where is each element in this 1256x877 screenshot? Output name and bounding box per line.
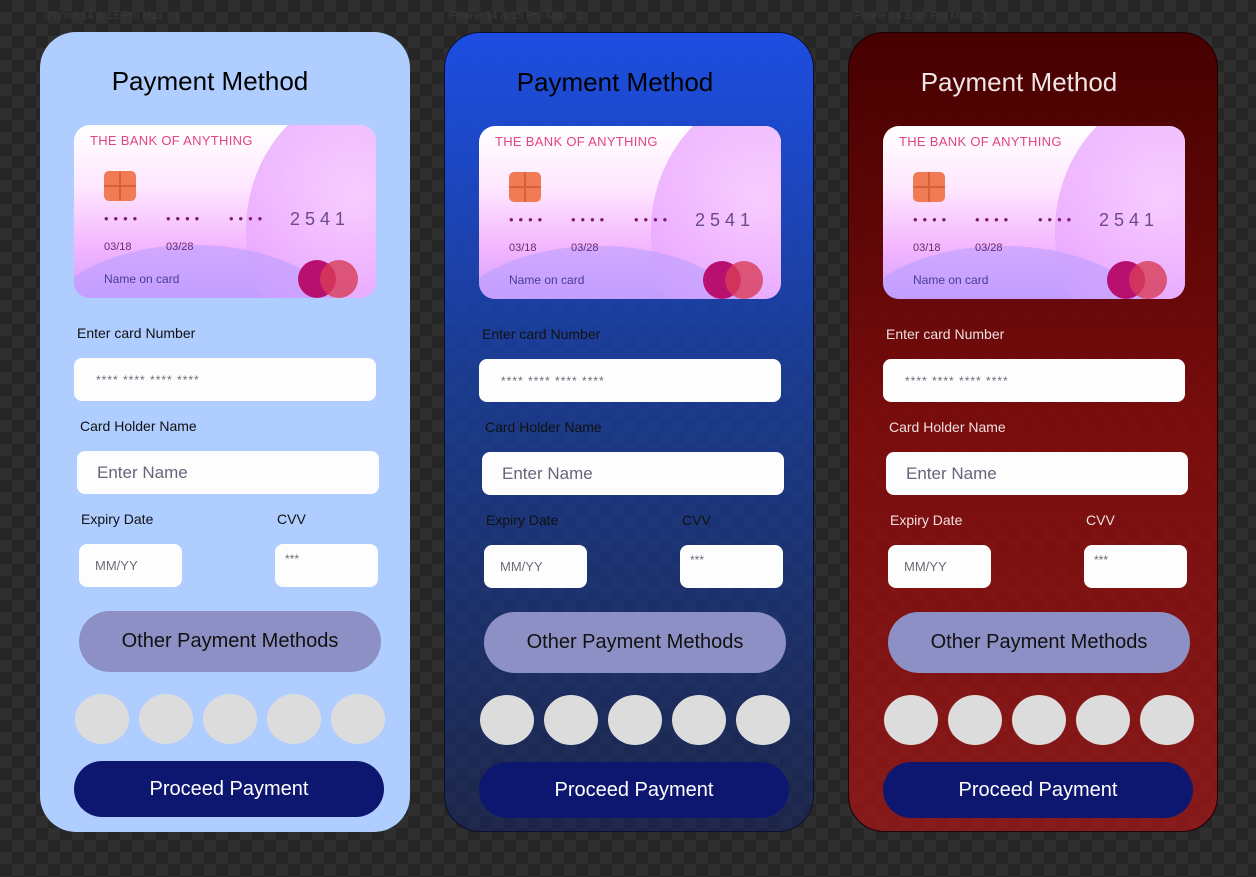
card-number-group: •••• (104, 211, 143, 226)
bank-name: THE BANK OF ANYTHING (899, 134, 1062, 149)
mastercard-icon (725, 261, 763, 299)
card-number-group: •••• (166, 211, 205, 226)
holder-name-label: Card Holder Name (485, 419, 602, 435)
proceed-payment-button[interactable]: Proceed Payment (479, 762, 789, 818)
credit-card-preview: THE BANK OF ANYTHING •••• •••• •••• 2541… (883, 126, 1185, 299)
other-payment-methods-button[interactable]: Other Payment Methods (484, 612, 786, 673)
card-number-group: •••• (1038, 212, 1077, 227)
card-valid-thru: 03/28 (571, 242, 599, 254)
card-holder-name: Name on card (509, 273, 585, 287)
expiry-label: Expiry Date (890, 512, 963, 528)
chip-icon (913, 172, 945, 202)
card-number-group: •••• (913, 212, 952, 227)
chip-icon (509, 172, 541, 202)
card-number-label: Enter card Number (77, 325, 196, 341)
page-title: Payment Method (920, 67, 1118, 97)
card-number-label: Enter card Number (886, 326, 1005, 342)
card-number-label: Enter card Number (482, 326, 601, 342)
bank-name: THE BANK OF ANYTHING (495, 134, 658, 149)
card-number-group: •••• (975, 212, 1014, 227)
holder-name-label: Card Holder Name (889, 419, 1006, 435)
payment-screen-light: Payment Method THE BANK OF ANYTHING ••••… (40, 32, 410, 832)
card-valid-from: 03/18 (104, 241, 132, 253)
expiry-input[interactable] (484, 545, 587, 588)
card-valid-thru: 03/28 (975, 242, 1003, 254)
card-last-four: 2541 (1099, 210, 1160, 230)
card-valid-from: 03/18 (509, 242, 537, 254)
payment-option-3[interactable] (203, 694, 257, 744)
card-valid-thru: 03/28 (166, 241, 194, 253)
card-number-group: •••• (509, 212, 548, 227)
expiry-input[interactable] (79, 544, 182, 587)
cvv-input[interactable] (680, 545, 783, 588)
cvv-label: CVV (682, 512, 711, 528)
holder-name-input[interactable] (482, 452, 784, 495)
other-payment-methods-button[interactable]: Other Payment Methods (79, 611, 381, 672)
card-last-four: 2541 (290, 209, 351, 229)
payment-option-1[interactable] (884, 695, 938, 745)
payment-option-1[interactable] (75, 694, 129, 744)
card-number-group: •••• (571, 212, 610, 227)
card-holder-name: Name on card (104, 272, 180, 286)
mastercard-icon (320, 260, 358, 298)
expiry-label: Expiry Date (81, 511, 154, 527)
payment-option-5[interactable] (331, 694, 385, 744)
payment-option-4[interactable] (672, 695, 726, 745)
payment-option-3[interactable] (608, 695, 662, 745)
holder-name-label: Card Holder Name (80, 418, 197, 434)
holder-name-input[interactable] (886, 452, 1188, 495)
payment-option-4[interactable] (1076, 695, 1130, 745)
payment-option-2[interactable] (948, 695, 1002, 745)
payment-option-5[interactable] (736, 695, 790, 745)
payment-screen-red: Payment Method THE BANK OF ANYTHING ••••… (848, 32, 1218, 832)
card-number-input[interactable] (479, 359, 781, 402)
card-valid-from: 03/18 (913, 242, 941, 254)
payment-option-3[interactable] (1012, 695, 1066, 745)
cvv-label: CVV (277, 511, 306, 527)
holder-name-input[interactable] (77, 451, 379, 494)
cvv-input[interactable] (1084, 545, 1187, 588)
card-number-input[interactable] (74, 358, 376, 401)
payment-option-1[interactable] (480, 695, 534, 745)
card-number-input[interactable] (883, 359, 1185, 402)
card-last-four: 2541 (695, 210, 756, 230)
card-number-group: •••• (634, 212, 673, 227)
cvv-label: CVV (1086, 512, 1115, 528)
payment-option-2[interactable] (139, 694, 193, 744)
payment-option-4[interactable] (267, 694, 321, 744)
mastercard-icon (1129, 261, 1167, 299)
frame-label-2: iPhone 14 & 15 Pro Max - 2 (448, 10, 584, 22)
payment-option-5[interactable] (1140, 695, 1194, 745)
other-payment-methods-button[interactable]: Other Payment Methods (888, 612, 1190, 673)
payment-option-2[interactable] (544, 695, 598, 745)
payment-screen-blue: Payment Method THE BANK OF ANYTHING ••••… (444, 32, 814, 832)
cvv-input[interactable] (275, 544, 378, 587)
bank-name: THE BANK OF ANYTHING (90, 133, 253, 148)
page-title: Payment Method (516, 67, 714, 97)
card-number-group: •••• (229, 211, 268, 226)
credit-card-preview: THE BANK OF ANYTHING •••• •••• •••• 2541… (74, 125, 376, 298)
card-holder-name: Name on card (913, 273, 989, 287)
frame-label-1: iPhone 14 & 15 Pro Max - 1 (44, 10, 180, 22)
frame-label-3: iPhone 14 & 15 Pro Max - 3 (852, 10, 988, 22)
expiry-input[interactable] (888, 545, 991, 588)
proceed-payment-button[interactable]: Proceed Payment (74, 761, 384, 817)
credit-card-preview: THE BANK OF ANYTHING •••• •••• •••• 2541… (479, 126, 781, 299)
expiry-label: Expiry Date (486, 512, 559, 528)
proceed-payment-button[interactable]: Proceed Payment (883, 762, 1193, 818)
page-title: Payment Method (111, 66, 309, 96)
chip-icon (104, 171, 136, 201)
